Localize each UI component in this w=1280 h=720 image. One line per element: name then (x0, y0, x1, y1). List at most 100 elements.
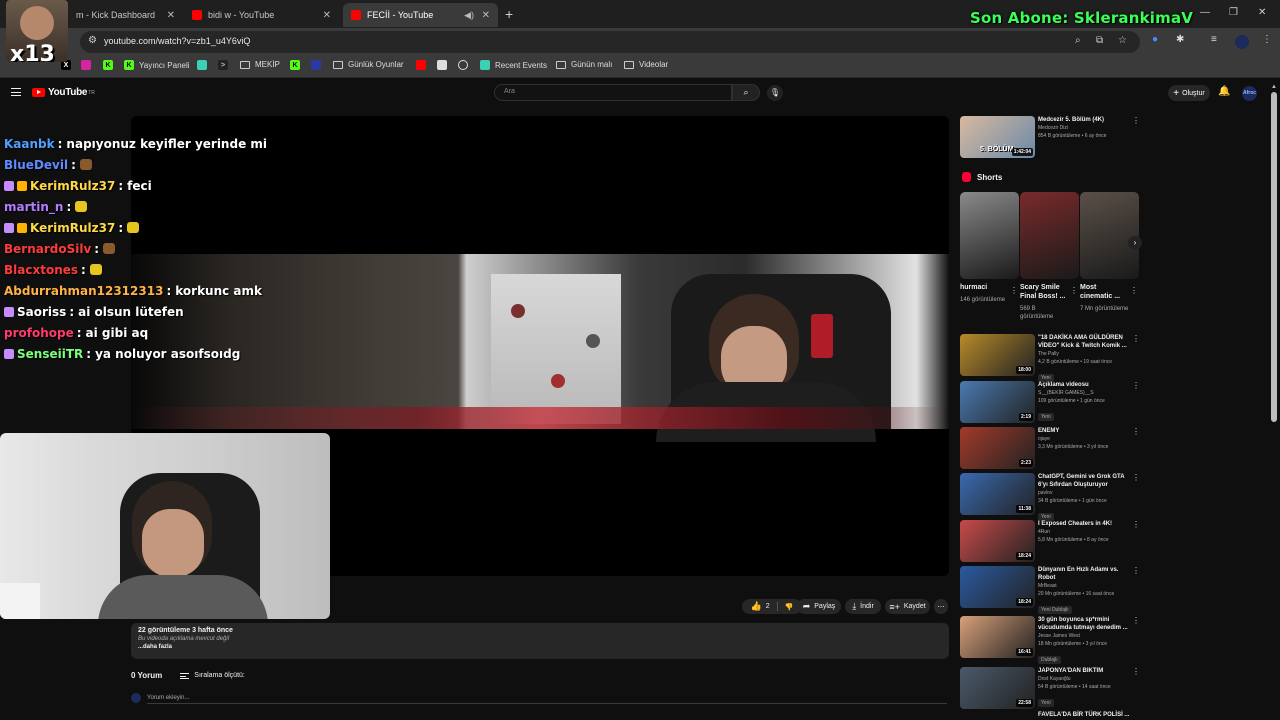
video-options-icon[interactable]: ⋮ (1132, 616, 1140, 625)
more-actions-button[interactable]: ⋯ (934, 599, 948, 614)
short-thumbnail[interactable] (1020, 192, 1079, 279)
instagram-bookmark-icon[interactable] (81, 60, 96, 70)
video-thumbnail[interactable]: 18:24 (960, 520, 1035, 562)
video-title[interactable]: Dünyanın En Hızlı Adamı vs. Robot (1038, 566, 1128, 582)
video-options-icon[interactable]: ⋮ (1132, 334, 1140, 343)
related-video-item[interactable]: 2:19 Açıklama videosu S__(BEKİR GAMES)__S 1… (960, 381, 1140, 423)
dislike-button[interactable]: 👎 (785, 603, 794, 611)
hamburger-menu-icon[interactable] (11, 88, 21, 96)
video-thumbnail[interactable]: 2:23 (960, 427, 1035, 469)
channel-name[interactable]: S__(BEKİR GAMES)__S (1038, 389, 1128, 397)
speaker-icon[interactable]: ◀) (464, 10, 474, 21)
short-options-icon[interactable]: ⋮ (1070, 286, 1078, 295)
video-thumbnail[interactable]: 16:41 (960, 616, 1035, 658)
channel-name[interactable]: Dost Kayaoğlu (1038, 675, 1128, 683)
video-title[interactable]: 30 gün boyunca sp*rmini vücudumda tutmay… (1038, 616, 1128, 632)
zoom-icon[interactable]: ⌕ (1075, 35, 1081, 46)
short-title[interactable]: Scary Smile Final Boss! ... (1020, 283, 1070, 301)
video-options-icon[interactable]: ⋮ (1132, 667, 1140, 676)
chat-username[interactable]: profohope (4, 326, 74, 340)
video-title[interactable]: I Exposed Cheaters in 4K! (1038, 520, 1128, 528)
url-text[interactable]: youtube.com/watch?v=zb1_u4Y6viQ (104, 36, 250, 46)
bookmark-mekip[interactable]: MEKİP (240, 60, 280, 69)
show-more-link[interactable]: ...daha fazla (138, 644, 942, 650)
add-comment-field[interactable]: Yorum ekleyin... (131, 693, 949, 704)
short-title[interactable]: Most cinematic ... (1080, 283, 1130, 301)
site-info-icon[interactable]: ⚙ (88, 35, 97, 46)
video-options-icon[interactable]: ⋮ (1132, 566, 1140, 575)
extensions-puzzle-icon[interactable]: ✱ (1176, 34, 1184, 45)
chat-username[interactable]: KerimRulz37 (30, 179, 115, 193)
restore-icon[interactable]: ❐ (1229, 7, 1238, 18)
scroll-up-arrow-icon[interactable]: ▲ (1271, 84, 1277, 90)
video-thumbnail[interactable]: 18:00 (960, 334, 1035, 376)
channel-name[interactable]: Medcezir Dizi (1038, 124, 1128, 132)
video-title[interactable]: Medcezir 5. Bölüm (4K) (1038, 116, 1128, 124)
youtube-bookmark-icon[interactable] (416, 60, 431, 70)
install-icon[interactable]: ⧉ (1096, 35, 1103, 46)
video-options-icon[interactable]: ⋮ (1132, 427, 1140, 436)
short-options-icon[interactable]: ⋮ (1010, 286, 1018, 295)
chat-username[interactable]: Blacxtones (4, 263, 78, 277)
chat-username[interactable]: BlueDevil (4, 158, 68, 172)
shorts-next-arrow-icon[interactable]: › (1128, 236, 1142, 250)
profile-icon[interactable] (1235, 35, 1249, 49)
kick-bookmark-icon[interactable]: K (103, 60, 118, 70)
minimize-icon[interactable]: — (1200, 7, 1210, 18)
short-thumbnail[interactable] (1080, 192, 1139, 279)
chat-username[interactable]: SenseiiTR (17, 347, 83, 361)
video-title[interactable]: ENEMY (1038, 427, 1128, 435)
omnibox[interactable]: ⚙ youtube.com/watch?v=zb1_u4Y6viQ ⌕ ⧉ ☆ (80, 31, 1140, 53)
video-title[interactable]: ChatGPT, Gemini ve Grok GTA 6'yı Sıfırda… (1038, 473, 1128, 489)
bookmark-star-icon[interactable]: ☆ (1118, 35, 1127, 46)
chat-username[interactable]: martin_n (4, 200, 63, 214)
short-thumbnail[interactable] (960, 192, 1019, 279)
sort-comments-button[interactable]: Sıralama ölçütü: (180, 672, 245, 679)
channel-name[interactable]: ojaye (1038, 435, 1128, 443)
close-tab-icon[interactable]: ✕ (482, 10, 490, 21)
video-title[interactable]: FAVELA'DA BİR TÜRK POLİSİ ... (1038, 712, 1129, 718)
video-thumbnail[interactable]: 18:24 (960, 566, 1035, 608)
account-avatar[interactable]: Afroc (1242, 86, 1257, 101)
kick-bookmark-icon-2[interactable]: K (290, 60, 305, 70)
create-button[interactable]: + Oluştur (1168, 85, 1210, 101)
tab-youtube-bidi[interactable]: bidi w - YouTube ✕ (184, 3, 339, 27)
video-description[interactable]: 22 görüntüleme 3 hafta önce Bu videoda a… (131, 623, 949, 659)
video-thumbnail[interactable]: 22:58 (960, 667, 1035, 709)
video-options-icon[interactable]: ⋮ (1132, 381, 1140, 390)
openai-bookmark-icon[interactable] (458, 60, 473, 70)
bookmark-recent-events[interactable]: Recent Events (480, 60, 547, 70)
channel-name[interactable]: pavlov (1038, 489, 1128, 497)
bookmark-gunun-mali[interactable]: Günün malı (556, 60, 612, 69)
close-tab-icon[interactable]: ✕ (323, 10, 331, 21)
download-button[interactable]: ⤓ İndir (845, 599, 881, 614)
channel-name[interactable]: 4Run (1038, 528, 1128, 536)
video-thumbnail[interactable]: 11:38 (960, 473, 1035, 515)
image-bookmark-icon[interactable] (437, 60, 452, 70)
terminal-bookmark-icon[interactable]: > (218, 60, 233, 70)
search-input[interactable]: Ara (494, 84, 732, 101)
channel-name[interactable]: Jesse James West (1038, 632, 1128, 640)
chat-username[interactable]: Abdurrahman12312313 (4, 284, 163, 298)
close-window-icon[interactable]: ✕ (1258, 7, 1266, 18)
like-button[interactable]: 👍 2 (751, 601, 770, 612)
search-icon[interactable]: ⌕ (732, 84, 760, 101)
bookmark-icon-blue[interactable] (311, 60, 326, 70)
notifications-bell-icon[interactable]: 🔔 (1218, 86, 1230, 97)
chat-username[interactable]: KerimRulz37 (30, 221, 115, 235)
share-button[interactable]: ➦ Paylaş (797, 599, 841, 614)
bookmark-gunluk-oyunlar[interactable]: Günlük Oyunlar (333, 60, 404, 69)
video-title[interactable]: Açıklama videosu (1038, 381, 1128, 389)
new-tab-button[interactable]: + (505, 6, 513, 22)
extension-icon[interactable]: ● (1152, 34, 1158, 45)
related-video-item[interactable]: 18:24 Dünyanın En Hızlı Adamı vs. Robot Mr… (960, 566, 1140, 614)
bookmark-videolar[interactable]: Videolar (624, 60, 668, 69)
channel-name[interactable]: The Pally (1038, 350, 1128, 358)
related-video-item[interactable]: 22:58 JAPONYA'DAN BIKTIM Dost Kayaoğlu 54 B… (960, 667, 1140, 709)
page-scrollbar[interactable] (1271, 92, 1277, 422)
short-options-icon[interactable]: ⋮ (1130, 286, 1138, 295)
related-video-item[interactable]: 11:38 ChatGPT, Gemini ve Grok GTA 6'yı Sı… (960, 473, 1140, 521)
channel-name[interactable]: MrBeast (1038, 582, 1128, 590)
tab-youtube-active[interactable]: FECİİ - YouTube ◀) ✕ (343, 3, 498, 27)
sidebar-video-top[interactable]: 5. BÖLÜM 1:42:04 Medcezir 5. Bölüm (4K) … (960, 116, 1140, 158)
